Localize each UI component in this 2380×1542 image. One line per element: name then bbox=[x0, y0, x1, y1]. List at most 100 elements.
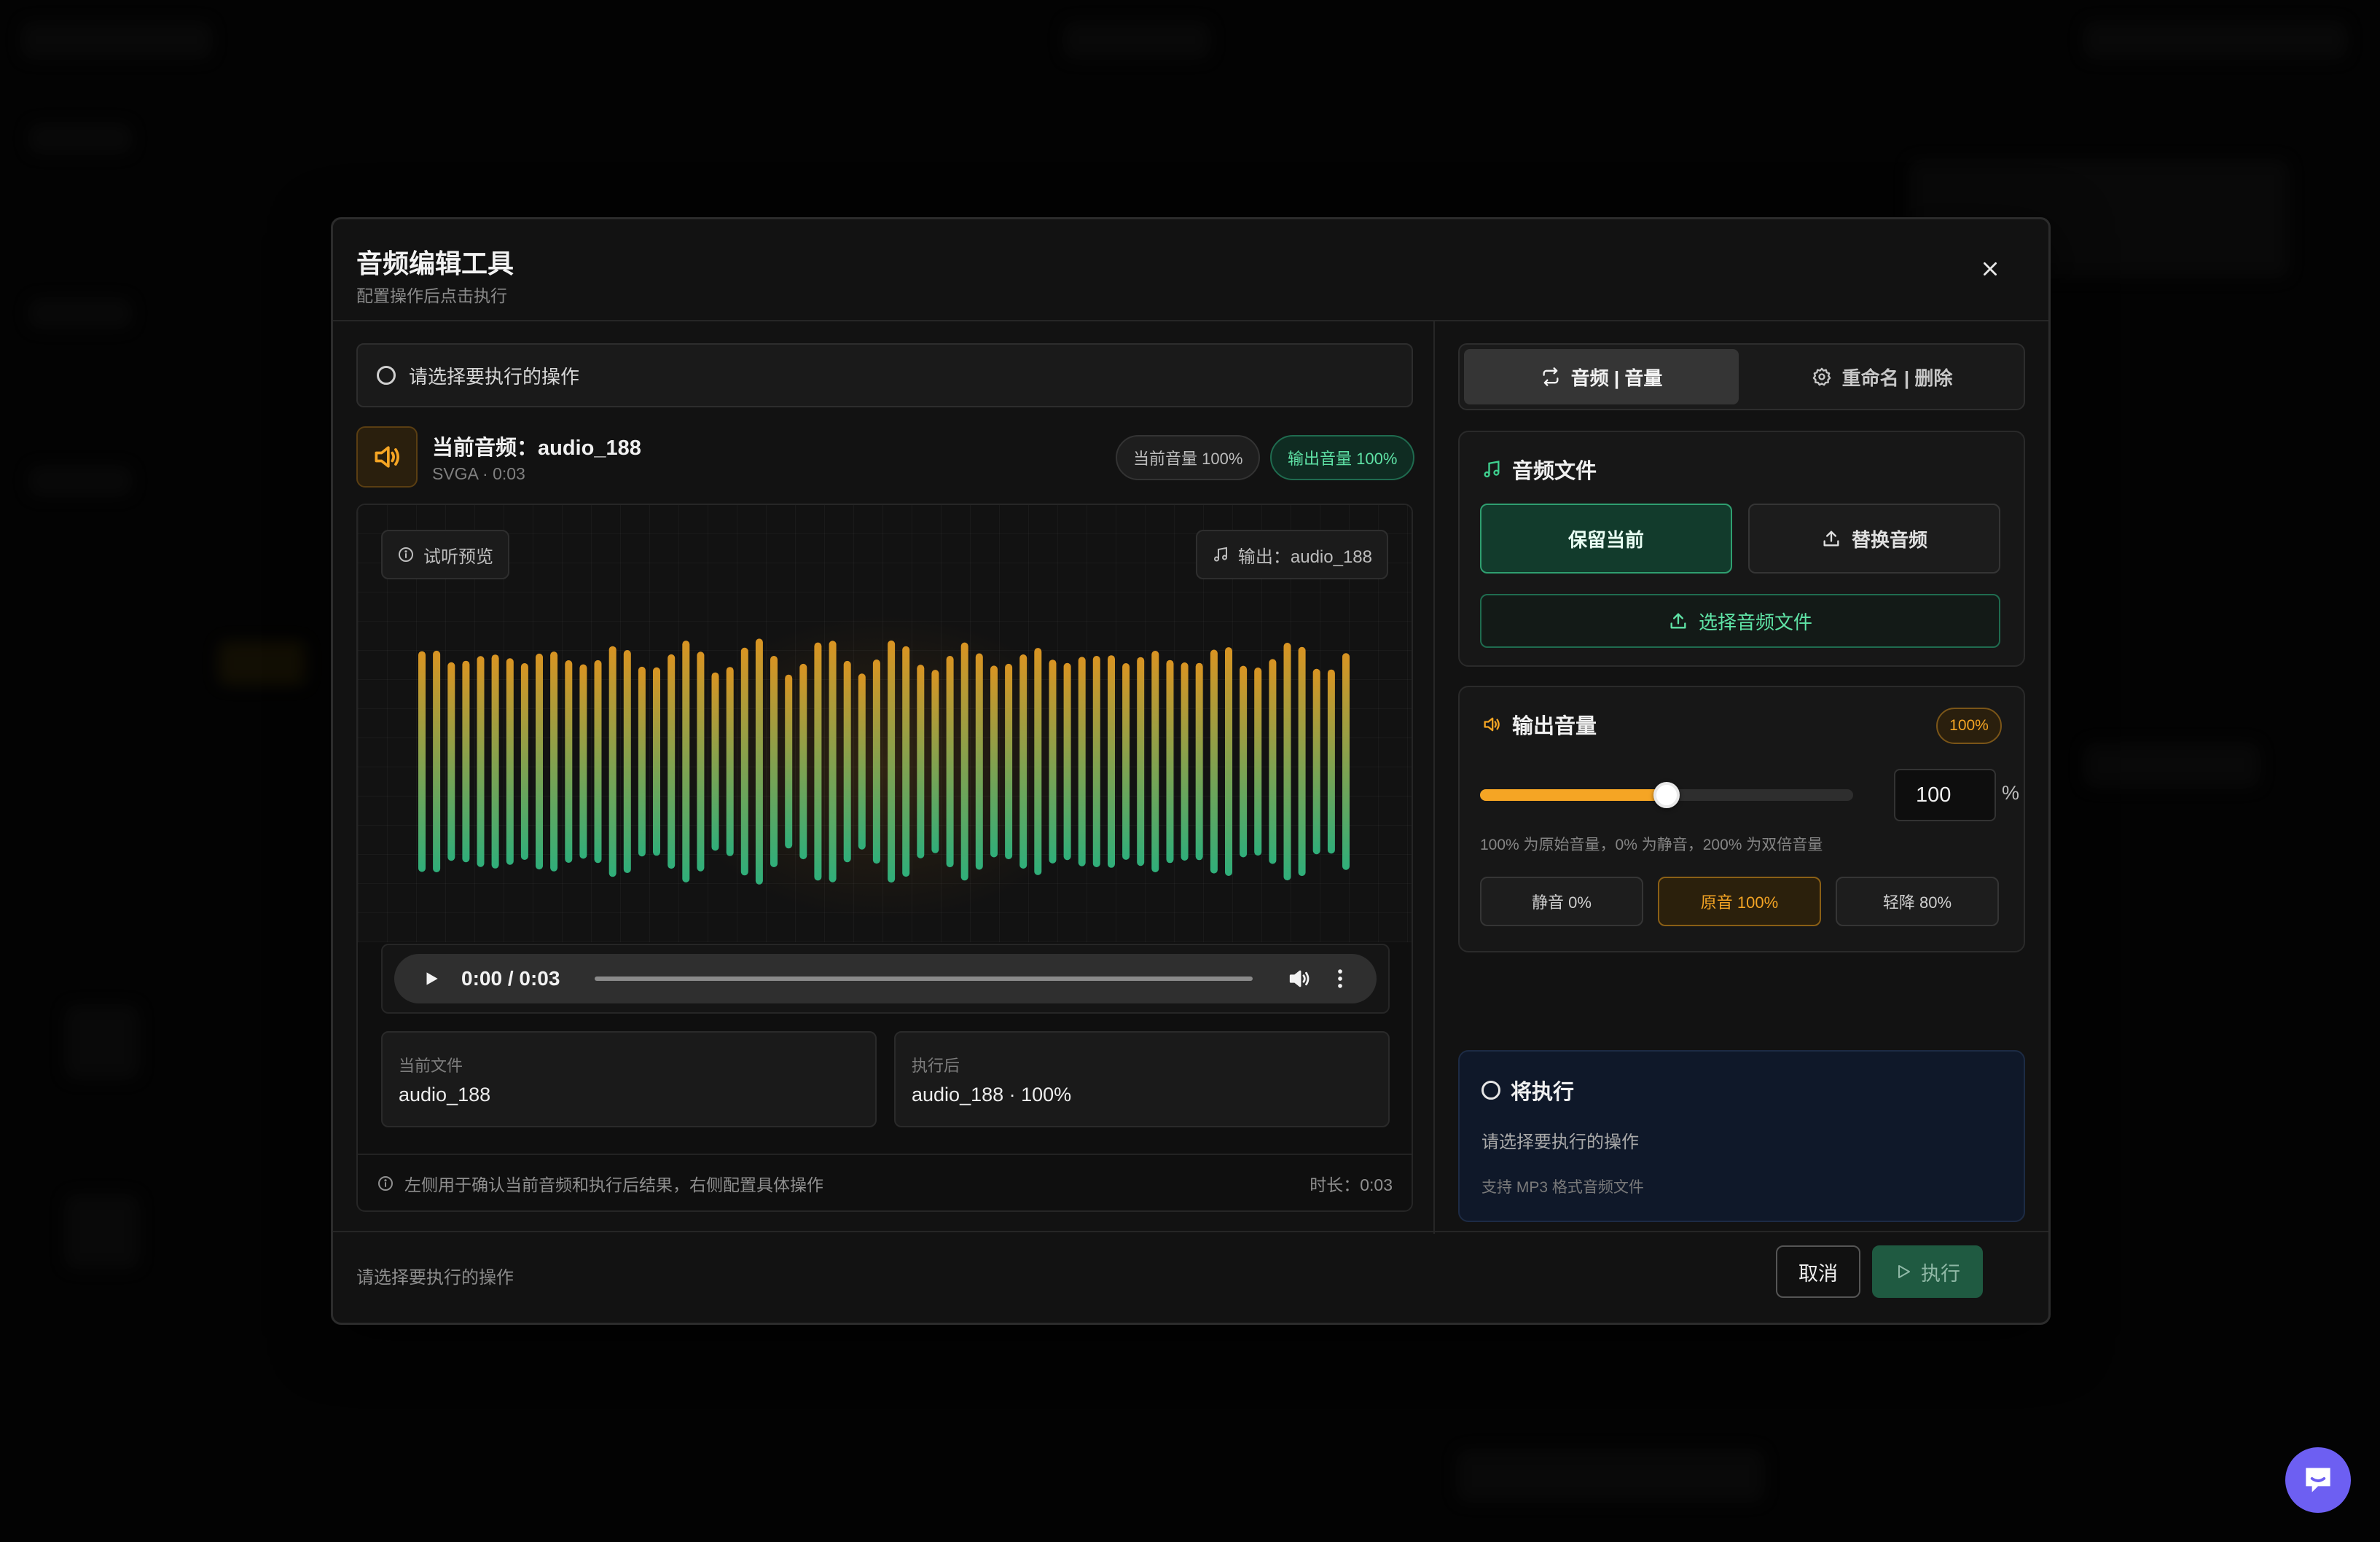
preview-note-text: 左侧用于确认当前音频和执行后结果，右侧配置具体操作 bbox=[404, 1175, 823, 1194]
info-icon bbox=[399, 547, 413, 562]
preview-chip: 试听预览 bbox=[381, 530, 509, 579]
after-execute-card: 执行后 audio_188 · 100% bbox=[894, 1031, 1390, 1127]
waveform-bar bbox=[418, 651, 426, 872]
output-volume-title: 输出音量 bbox=[1481, 709, 1597, 740]
current-file-value: audio_188 bbox=[399, 1084, 491, 1105]
swap-icon bbox=[1543, 367, 1559, 386]
waveform-bar bbox=[1122, 663, 1130, 860]
duration-text: 时长：0:03 bbox=[1310, 1175, 1393, 1194]
volume-slider-fill bbox=[1480, 789, 1667, 801]
waveform-bar bbox=[1269, 659, 1277, 864]
cancel-button[interactable]: 取消 bbox=[1776, 1245, 1860, 1298]
waveform-bar bbox=[1195, 662, 1203, 861]
current-audio-name: 当前音频：audio_188 bbox=[432, 437, 641, 460]
seek-bar[interactable] bbox=[595, 977, 1253, 981]
waveform-bar bbox=[931, 670, 939, 853]
audio-file-title: 音频文件 bbox=[1481, 454, 1597, 485]
volume-icon[interactable] bbox=[1288, 966, 1312, 991]
waveform-bar bbox=[1283, 643, 1291, 881]
close-icon bbox=[1984, 262, 1997, 275]
tab-rename-delete-label: 重命名 | 删除 bbox=[1841, 367, 1953, 389]
waveform-bar bbox=[1181, 662, 1189, 861]
current-audio-meta: SVGA · 0:03 bbox=[432, 464, 525, 483]
play-icon bbox=[1898, 1265, 1910, 1278]
tab-audio-volume-label: 音频 | 音量 bbox=[1570, 367, 1663, 389]
waveform-bar bbox=[447, 662, 455, 861]
current-file-card: 当前文件 audio_188 bbox=[381, 1031, 877, 1127]
close-button[interactable] bbox=[1976, 254, 2005, 283]
waveform-bar bbox=[579, 664, 587, 859]
upload-icon bbox=[1670, 613, 1686, 629]
audio-player: 0:00 / 0:03 bbox=[394, 954, 1377, 1003]
waveform-bar bbox=[726, 667, 734, 856]
more-options-icon[interactable] bbox=[1333, 966, 1347, 991]
output-chip: 输出：audio_188 bbox=[1195, 530, 1388, 579]
waveform-bar bbox=[814, 642, 822, 881]
tab-rename-delete[interactable]: 重命名 | 删除 bbox=[1745, 349, 2019, 404]
will-execute-line2: 支持 MP3 格式音频文件 bbox=[1481, 1179, 1644, 1196]
waveform-bar bbox=[917, 665, 925, 858]
waveform-bar bbox=[668, 654, 676, 869]
audio-file-card: 音频文件 保留当前 替换音频 选择音频文件 bbox=[1458, 431, 2025, 667]
waveform-bar bbox=[682, 641, 690, 882]
current-file-label: 当前文件 bbox=[399, 1057, 463, 1075]
replace-audio-button[interactable]: 替换音频 bbox=[1748, 504, 2000, 574]
waveform-bar bbox=[653, 667, 660, 856]
waveform-bar bbox=[829, 641, 837, 882]
waveform-bar bbox=[785, 674, 793, 849]
waveform-bar bbox=[1151, 651, 1159, 872]
audio-player-container: 0:00 / 0:03 bbox=[381, 944, 1390, 1014]
current-volume-badge: 当前音量 100% bbox=[1116, 435, 1261, 480]
circle-icon bbox=[1481, 1081, 1500, 1100]
preset-lower-button[interactable]: 轻降 80% bbox=[1836, 877, 1999, 926]
preview-chip-label: 试听预览 bbox=[423, 547, 493, 567]
waveform-bar bbox=[1312, 668, 1320, 855]
waveform-bar bbox=[638, 666, 646, 857]
keep-current-button[interactable]: 保留当前 bbox=[1480, 504, 1732, 574]
waveform-bar bbox=[623, 650, 631, 873]
waveform-bar bbox=[1108, 655, 1115, 868]
will-execute-line1: 请选择要执行的操作 bbox=[1481, 1132, 1639, 1152]
execute-button[interactable]: 执行 bbox=[1872, 1245, 1983, 1298]
waveform-bar bbox=[975, 653, 983, 870]
operation-select[interactable]: 请选择要执行的操作 bbox=[356, 343, 1413, 407]
volume-slider-thumb[interactable] bbox=[1653, 782, 1680, 808]
waveform-bar bbox=[433, 650, 441, 872]
operation-select-placeholder: 请选择要执行的操作 bbox=[409, 365, 580, 388]
volume-input[interactable]: 100 bbox=[1894, 769, 1996, 821]
preview-pane: 请选择要执行的操作 当前音频：audio_188 SVGA · 0:03 当前音… bbox=[333, 321, 1435, 1234]
volume-slider[interactable] bbox=[1480, 782, 1853, 808]
waveform-bar bbox=[608, 646, 616, 877]
waveform-bar bbox=[1254, 668, 1262, 856]
waveform-bar bbox=[1210, 649, 1218, 874]
choose-audio-file-button[interactable]: 选择音频文件 bbox=[1480, 594, 2000, 648]
dialog-header: 音频编辑工具 配置操作后点击执行 bbox=[333, 219, 2048, 321]
preview-footer-note: 左侧用于确认当前音频和执行后结果，右侧配置具体操作 时长：0:03 bbox=[358, 1154, 1412, 1210]
volume-unit: % bbox=[2002, 782, 2020, 804]
waveform-bar bbox=[960, 642, 968, 881]
audio-file-title-text: 音频文件 bbox=[1512, 460, 1597, 483]
chat-icon bbox=[2306, 1468, 2330, 1492]
config-tabs: 音频 | 音量 重命名 | 删除 bbox=[1458, 343, 2025, 410]
waveform-bar bbox=[1240, 665, 1248, 858]
preset-original-button[interactable]: 原音 100% bbox=[1658, 877, 1821, 926]
waveform-bar bbox=[990, 665, 998, 858]
after-execute-label: 执行后 bbox=[912, 1057, 960, 1075]
volume-hint: 100% 为原始音量，0% 为静音，200% 为双倍音量 bbox=[1480, 837, 1823, 853]
waveform-bar bbox=[520, 663, 528, 860]
preset-mute-button[interactable]: 静音 0% bbox=[1480, 877, 1643, 926]
footer-status: 请选择要执行的操作 bbox=[356, 1268, 514, 1288]
waveform-bar bbox=[1225, 647, 1232, 876]
tab-audio-volume[interactable]: 音频 | 音量 bbox=[1464, 349, 1739, 404]
waveform-bar bbox=[843, 660, 851, 863]
chat-button[interactable] bbox=[2285, 1447, 2351, 1513]
waveform-bar bbox=[711, 672, 719, 851]
will-execute-card: 将执行 请选择要执行的操作 支持 MP3 格式音频文件 bbox=[1458, 1050, 2025, 1222]
replace-audio-label: 替换音频 bbox=[1851, 528, 1927, 551]
upload-icon bbox=[1823, 531, 1839, 547]
waveform-bar bbox=[1063, 662, 1071, 861]
play-icon[interactable] bbox=[422, 969, 441, 988]
after-execute-value: audio_188 · 100% bbox=[912, 1084, 1072, 1105]
dialog-title: 音频编辑工具 bbox=[356, 248, 514, 278]
dialog-footer: 请选择要执行的操作 取消 执行 bbox=[333, 1231, 2048, 1323]
